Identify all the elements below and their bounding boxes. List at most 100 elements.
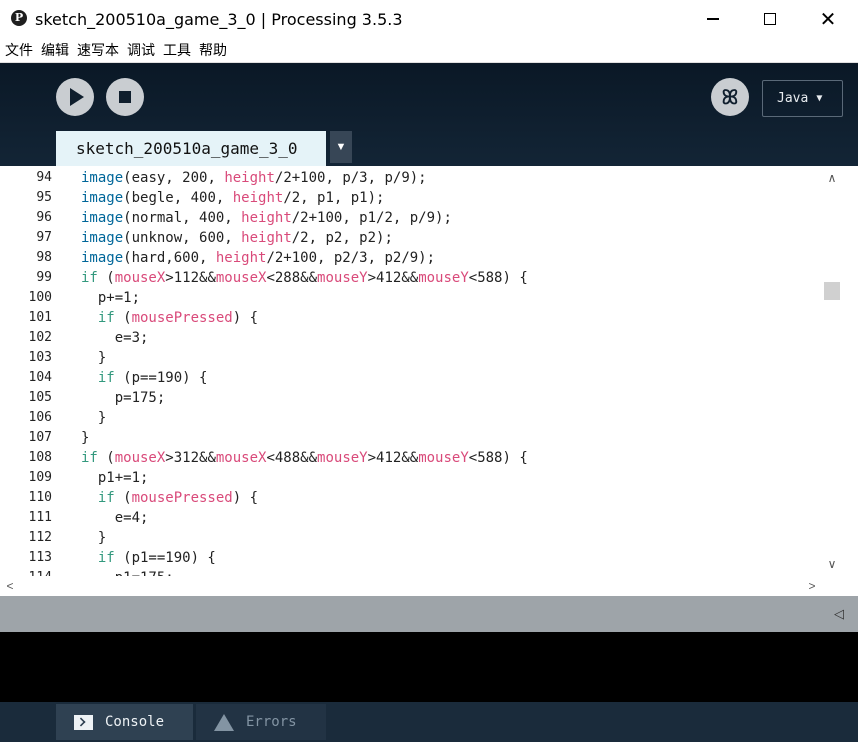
minimize-button[interactable] [684, 0, 742, 38]
tab-sketch[interactable]: sketch_200510a_game_3_0 [56, 131, 326, 166]
menu-bar: 文件 编辑 速写本 调试 工具 帮助 [0, 38, 858, 63]
maximize-button[interactable] [741, 0, 799, 38]
code-token: /2, p2, p2); [291, 230, 393, 246]
code-line: image(hard,600, height/2+100, p2/3, p2/9… [81, 248, 528, 268]
code-token: ( [97, 450, 115, 466]
menu-help[interactable]: 帮助 [199, 40, 227, 60]
code-line: p1=175; [81, 568, 528, 576]
tab-label: sketch_200510a_game_3_0 [76, 139, 298, 158]
code-line: image(unknow, 600, height/2, p2, p2); [81, 228, 528, 248]
console-output[interactable] [0, 632, 858, 702]
code-token: (unknow, 600, [123, 230, 242, 246]
code-line: image(easy, 200, height/2+100, p/3, p/9)… [81, 168, 528, 188]
window-title: sketch_200510a_game_3_0 | Processing 3.5… [35, 10, 403, 29]
code-token: mouseY [317, 270, 368, 286]
tab-menu-button[interactable]: ▼ [330, 131, 352, 163]
code-token: (p==190) { [114, 370, 208, 386]
line-number: 106 [28, 410, 52, 425]
code-token: height [224, 170, 275, 186]
stop-icon [119, 91, 131, 103]
scroll-left-icon[interactable]: < [0, 576, 20, 596]
collapse-console-icon[interactable]: ◁ [834, 606, 844, 622]
code-token: mousePressed [131, 490, 233, 506]
line-number: 101 [28, 310, 52, 325]
code-line: p+=1; [81, 288, 528, 308]
code-line: if (mousePressed) { [81, 308, 528, 328]
code-token: <288&& [266, 270, 318, 286]
code-line: } [81, 348, 528, 368]
horizontal-scrollbar[interactable]: < > [0, 576, 842, 596]
scroll-down-icon[interactable]: ∨ [822, 554, 842, 574]
code-token: <588) { [468, 450, 528, 466]
code-token: ) { [232, 310, 259, 326]
code-token: } [81, 350, 107, 366]
tab-console[interactable]: Console [56, 704, 193, 740]
console-tab-label: Console [105, 714, 165, 730]
line-number: 105 [28, 390, 52, 405]
line-number: 94 [36, 170, 52, 185]
code-token: height [232, 190, 284, 206]
title-bar: P sketch_200510a_game_3_0 | Processing 3… [0, 0, 858, 38]
code-token: } [81, 410, 107, 426]
scroll-up-icon[interactable]: ∧ [822, 168, 842, 188]
processing-app-icon: P [11, 10, 27, 26]
menu-file[interactable]: 文件 [5, 40, 33, 60]
line-number: 110 [28, 490, 52, 505]
code-line: if (mouseX>312&&mouseX<488&&mouseY>412&&… [81, 448, 528, 468]
tab-errors[interactable]: Errors [196, 704, 326, 740]
run-button[interactable] [56, 78, 94, 116]
code-token: ( [97, 270, 115, 286]
line-number: 95 [36, 190, 52, 205]
code-token: if [81, 270, 98, 286]
stop-button[interactable] [106, 78, 144, 116]
code-token: height [241, 230, 292, 246]
code-token: p+=1; [81, 290, 141, 306]
line-number-gutter: 94 95 96 97 98 99 100 101 102 103 104 105 106 107 108 1… [0, 166, 56, 585]
close-button[interactable]: ✕ [799, 0, 857, 38]
menu-debug[interactable]: 调试 [127, 40, 155, 60]
code-token: >412&& [367, 450, 419, 466]
code-line: if (p==190) { [81, 368, 528, 388]
code-line: e=4; [81, 508, 528, 528]
code-token: >412&& [367, 270, 419, 286]
code-token: p=175; [81, 390, 166, 406]
code-token: height [215, 250, 267, 266]
code-token: image [81, 210, 124, 226]
line-number: 111 [28, 510, 52, 525]
code-token: if [97, 310, 115, 326]
debugger-button[interactable]: ꕤ [711, 78, 749, 116]
menu-edit[interactable]: 编辑 [41, 40, 69, 60]
line-number: 107 [28, 430, 52, 445]
code-area[interactable]: image(easy, 200, height/2+100, p/3, p/9)… [81, 168, 821, 576]
code-token: /2, p1, p1); [283, 190, 385, 206]
code-token: if [97, 550, 115, 566]
menu-sketch[interactable]: 速写本 [77, 40, 119, 60]
scroll-right-icon[interactable]: > [802, 576, 822, 596]
code-token: image [81, 190, 124, 206]
code-token: >312&& [165, 450, 216, 466]
code-line: p=175; [81, 388, 528, 408]
code-token: /2+100, p/3, p/9); [274, 170, 427, 186]
line-number: 96 [36, 210, 52, 225]
code-token: height [241, 210, 292, 226]
line-number: 100 [28, 290, 52, 305]
scrollbar-thumb[interactable] [824, 282, 840, 300]
mode-selector[interactable]: Java ▼ [762, 80, 843, 117]
code-line: if (mousePressed) { [81, 488, 528, 508]
code-token: e=4; [81, 510, 149, 526]
code-token: image [81, 170, 124, 186]
editor-margin [842, 166, 858, 596]
code-editor[interactable]: 94 95 96 97 98 99 100 101 102 103 104 105 106 107 108 1… [0, 166, 858, 585]
vertical-scrollbar[interactable]: ∧ ∨ [822, 166, 842, 576]
code-token: mouseY [418, 450, 469, 466]
line-numbers: 94 95 96 97 98 99 100 101 102 103 104 105 106 107 108 1… [0, 168, 56, 588]
menu-tools[interactable]: 工具 [163, 40, 191, 60]
line-number: 109 [28, 470, 52, 485]
code-token: mouseX [114, 270, 166, 286]
code-token: mousePressed [131, 310, 233, 326]
line-number: 113 [28, 550, 52, 565]
mode-label: Java [777, 91, 809, 106]
